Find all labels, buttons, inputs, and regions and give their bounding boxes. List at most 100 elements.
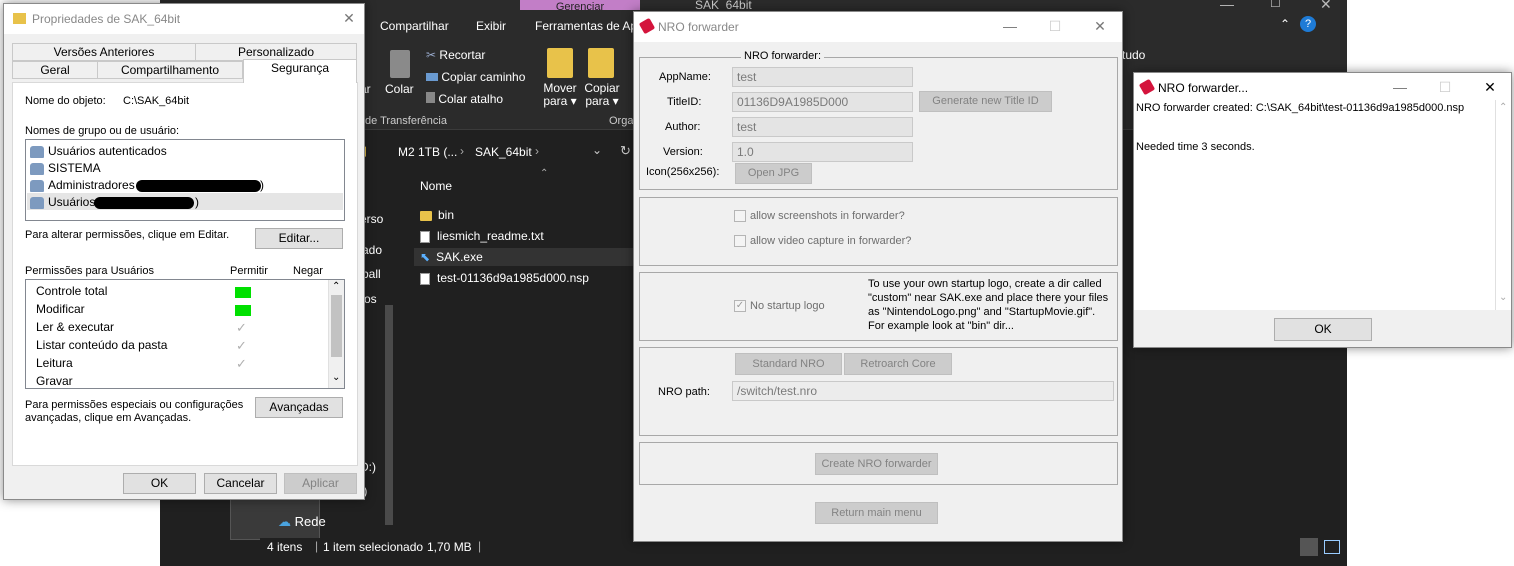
tab-geral[interactable]: Geral [12, 61, 98, 79]
user-suffix: ) [195, 195, 199, 209]
titleid-input[interactable]: 01136D9A1985D000 [732, 92, 913, 112]
return-main-menu-button[interactable]: Return main menu [815, 502, 938, 524]
address-dropdown-icon[interactable]: ⌄ [592, 143, 602, 157]
result-textbox[interactable]: NRO forwarder created: C:\SAK_64bit\test… [1134, 100, 1499, 310]
close-icon[interactable]: ✕ [339, 10, 359, 27]
permissions-label: Permissões para Usuários [25, 265, 154, 277]
cut-icon: ✂ [426, 48, 437, 62]
list-item[interactable]: liesmich_readme.txt [420, 227, 544, 245]
special-hint-line1: Para permissões especiais ou configuraçõ… [25, 399, 244, 411]
list-item[interactable]: test-01136d9a1985d000.nsp [420, 269, 589, 287]
paste-button[interactable]: Colar [385, 82, 414, 96]
column-header-name[interactable]: Nome [420, 179, 452, 193]
network-item[interactable]: ☁ Rede [278, 514, 326, 530]
security-panel: Nome do objeto: C:\SAK_64bit Nomes de gr… [12, 82, 358, 466]
advanced-button[interactable]: Avançadas [255, 397, 343, 418]
tab-exibir[interactable]: Exibir [476, 19, 506, 33]
large-icons-view-icon[interactable] [1324, 540, 1340, 554]
refresh-icon[interactable]: ↻ [620, 143, 631, 159]
breadcrumb-drive[interactable]: M2 1TB (... [398, 145, 457, 159]
copy-path-button[interactable]: Copiar caminho [426, 70, 525, 84]
ok-button[interactable]: OK [1274, 318, 1372, 341]
no-startup-logo-checkbox[interactable]: ✓ [734, 300, 746, 312]
explorer-maximize-icon[interactable]: ☐ [1270, 0, 1281, 10]
author-input[interactable]: test [732, 117, 913, 137]
deny-column-header: Negar [293, 265, 323, 277]
list-item[interactable]: SISTEMA [30, 159, 101, 177]
cancel-button[interactable]: Cancelar [204, 473, 277, 494]
file-icon [420, 272, 430, 285]
permission-row: Controle total [36, 284, 108, 298]
close-icon[interactable]: ✕ [1480, 79, 1500, 96]
maximize-icon[interactable]: ☐ [1435, 79, 1455, 96]
select-all-fragment[interactable]: tudo [1122, 48, 1145, 62]
edit-button[interactable]: Editar... [255, 228, 343, 249]
nro-result-title: NRO forwarder... [1158, 81, 1249, 95]
tab-seguranca[interactable]: Segurança [243, 59, 357, 83]
special-hint-line2: avançadas, clique em Avançadas. [25, 412, 192, 424]
scrollbar-thumb[interactable] [331, 295, 342, 357]
folder-icon [420, 210, 432, 221]
paste-shortcut-button[interactable]: Colar atalho [426, 92, 503, 106]
allow-check-icon [235, 305, 251, 316]
nav-item-4[interactable]: os [364, 292, 377, 306]
scroll-up-icon[interactable]: ⌃ [1499, 102, 1507, 113]
paste-shortcut-icon [426, 92, 435, 103]
generate-titleid-button[interactable]: Generate new Title ID [919, 91, 1052, 112]
users-listbox[interactable]: Usuários autenticados SISTEMA Administra… [25, 139, 345, 221]
nro-path-input[interactable]: /switch/test.nro [732, 381, 1114, 401]
nav-scrollbar[interactable] [385, 305, 393, 525]
standard-nro-button[interactable]: Standard NRO [735, 353, 842, 375]
move-to-button[interactable]: Mover para ▾ [540, 82, 580, 108]
tab-ferramentas[interactable]: Ferramentas de Ap [535, 19, 637, 33]
allow-check-icon: ✓ [236, 356, 247, 371]
no-startup-logo-label: No startup logo [750, 300, 825, 312]
users-icon [30, 145, 44, 158]
nro-path-label: NRO path: [658, 386, 710, 398]
users-icon [30, 196, 44, 209]
retroarch-core-button[interactable]: Retroarch Core [844, 353, 952, 375]
maximize-icon[interactable]: ☐ [1045, 18, 1065, 35]
list-item[interactable]: bin [420, 206, 454, 224]
redaction-mark [94, 197, 194, 209]
copy-to-button[interactable]: Copiar para ▾ [582, 82, 622, 108]
sort-ascending-icon: ⌃ [540, 168, 549, 179]
list-item[interactable]: Administradores [30, 176, 135, 194]
scroll-down-icon[interactable]: ⌄ [1499, 292, 1507, 303]
scroll-down-icon[interactable]: ⌄ [332, 372, 340, 383]
status-selected: 1 item selecionado [323, 540, 424, 554]
breadcrumb-separator-icon: › [460, 144, 464, 158]
nav-item-2[interactable]: ado [362, 243, 382, 257]
cut-button[interactable]: ✂ Recortar [426, 48, 485, 62]
allow-check-icon: ✓ [236, 320, 247, 335]
minimize-icon[interactable]: — [1390, 79, 1410, 95]
ok-button[interactable]: OK [123, 473, 196, 494]
tab-compartilhamento[interactable]: Compartilhamento [97, 61, 243, 79]
tab-compartilhar[interactable]: Compartilhar [380, 19, 449, 33]
scroll-up-icon[interactable]: ⌃ [332, 281, 340, 292]
ribbon-collapse-icon[interactable]: ⌃ [1280, 17, 1290, 31]
text-file-icon [420, 230, 430, 243]
result-scrollbar[interactable]: ⌃ ⌄ [1495, 100, 1511, 310]
appname-label: AppName: [659, 71, 711, 83]
list-item[interactable]: Usuários autenticados [30, 142, 167, 160]
close-icon[interactable]: ✕ [1090, 18, 1110, 35]
open-jpg-button[interactable]: Open JPG [735, 163, 812, 184]
status-divider: | [315, 539, 319, 553]
create-nro-forwarder-button[interactable]: Create NRO forwarder [815, 453, 938, 475]
apply-button[interactable]: Aplicar [284, 473, 357, 494]
permissions-listbox[interactable]: Controle total Modificar Ler & executar … [25, 279, 345, 389]
allow-screenshots-checkbox[interactable] [734, 210, 746, 222]
details-view-icon[interactable] [1300, 538, 1318, 556]
help-icon[interactable]: ? [1300, 16, 1316, 32]
version-input[interactable]: 1.0 [732, 142, 913, 162]
breadcrumb-folder[interactable]: SAK_64bit [475, 145, 532, 159]
users-icon [30, 179, 44, 192]
permissions-scrollbar[interactable]: ⌃ ⌄ [328, 280, 344, 388]
appname-input[interactable]: test [732, 67, 913, 87]
allow-video-checkbox[interactable] [734, 235, 746, 247]
tab-versoes-anteriores[interactable]: Versões Anteriores [12, 43, 196, 61]
list-item[interactable]: Usuários [30, 193, 95, 211]
minimize-icon[interactable]: — [1000, 18, 1020, 34]
list-item[interactable]: ⬉ SAK.exe [414, 248, 634, 266]
